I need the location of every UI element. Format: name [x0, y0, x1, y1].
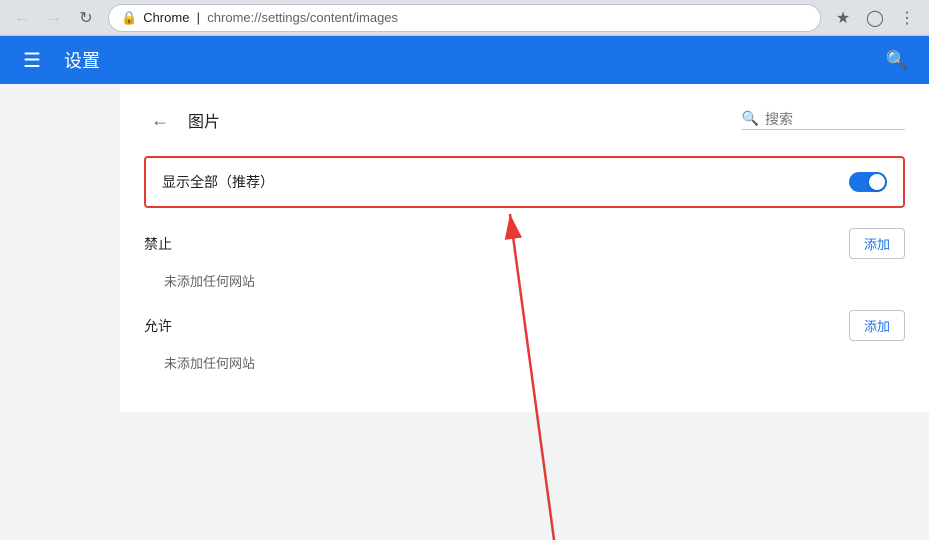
browser-chrome: ← → ↻ 🔒 Chrome | chrome://settings/conte…: [0, 0, 929, 36]
content-area: ← 图片 🔍 显示全部（推荐） 禁止 添: [120, 84, 929, 412]
address-url: Chrome | chrome://settings/content/image…: [143, 10, 808, 25]
allow-section: 允许 添加 未添加任何网站: [144, 310, 905, 372]
bookmark-button[interactable]: ★: [829, 4, 857, 32]
hamburger-button[interactable]: ☰: [16, 44, 48, 76]
search-box: 🔍: [742, 110, 905, 130]
block-section: 禁止 添加 未添加任何网站: [144, 228, 905, 290]
block-empty-text: 未添加任何网站: [144, 271, 905, 290]
header-search-button[interactable]: 🔍: [881, 44, 913, 76]
content-wrapper: ← 图片 🔍 显示全部（推荐） 禁止 添: [120, 84, 929, 540]
reload-button[interactable]: ↻: [72, 4, 100, 32]
page-back-button[interactable]: ←: [144, 104, 176, 136]
address-bar[interactable]: 🔒 Chrome | chrome://settings/content/ima…: [108, 4, 821, 32]
url-path: chrome://settings/content/images: [207, 10, 398, 25]
header-search-icon: 🔍: [886, 50, 908, 71]
forward-button[interactable]: →: [40, 4, 68, 32]
browser-actions: ★ ◯ ⋮: [829, 4, 921, 32]
allow-section-label: 允许: [144, 316, 172, 336]
main-layout: ← 图片 🔍 显示全部（推荐） 禁止 添: [0, 84, 929, 540]
page-header-left: ← 图片: [144, 104, 220, 136]
toggle-thumb: [869, 174, 885, 190]
page-header: ← 图片 🔍: [144, 104, 905, 136]
sidebar: [0, 84, 120, 540]
allow-section-header: 允许 添加: [144, 310, 905, 341]
block-section-header: 禁止 添加: [144, 228, 905, 259]
block-add-button[interactable]: 添加: [849, 228, 905, 259]
nav-icons: ← → ↻: [8, 4, 100, 32]
settings-header-left: ☰ 设置: [16, 44, 100, 76]
toggle-label: 显示全部（推荐）: [162, 172, 274, 192]
search-input[interactable]: [765, 111, 905, 127]
settings-page-title: 设置: [64, 47, 100, 73]
allow-empty-text: 未添加任何网站: [144, 353, 905, 372]
lock-icon: 🔒: [121, 10, 137, 26]
toggle-row: 显示全部（推荐）: [144, 156, 905, 208]
allow-add-button[interactable]: 添加: [849, 310, 905, 341]
toggle-switch[interactable]: [849, 172, 887, 192]
account-button[interactable]: ◯: [861, 4, 889, 32]
back-button[interactable]: ←: [8, 4, 36, 32]
url-domain: Chrome: [143, 10, 189, 25]
hamburger-icon: ☰: [23, 48, 41, 73]
menu-button[interactable]: ⋮: [893, 4, 921, 32]
search-box-icon: 🔍: [742, 110, 759, 127]
url-separator: |: [193, 10, 207, 25]
block-section-label: 禁止: [144, 234, 172, 254]
page-title: 图片: [188, 108, 220, 132]
settings-header: ☰ 设置 🔍: [0, 36, 929, 84]
